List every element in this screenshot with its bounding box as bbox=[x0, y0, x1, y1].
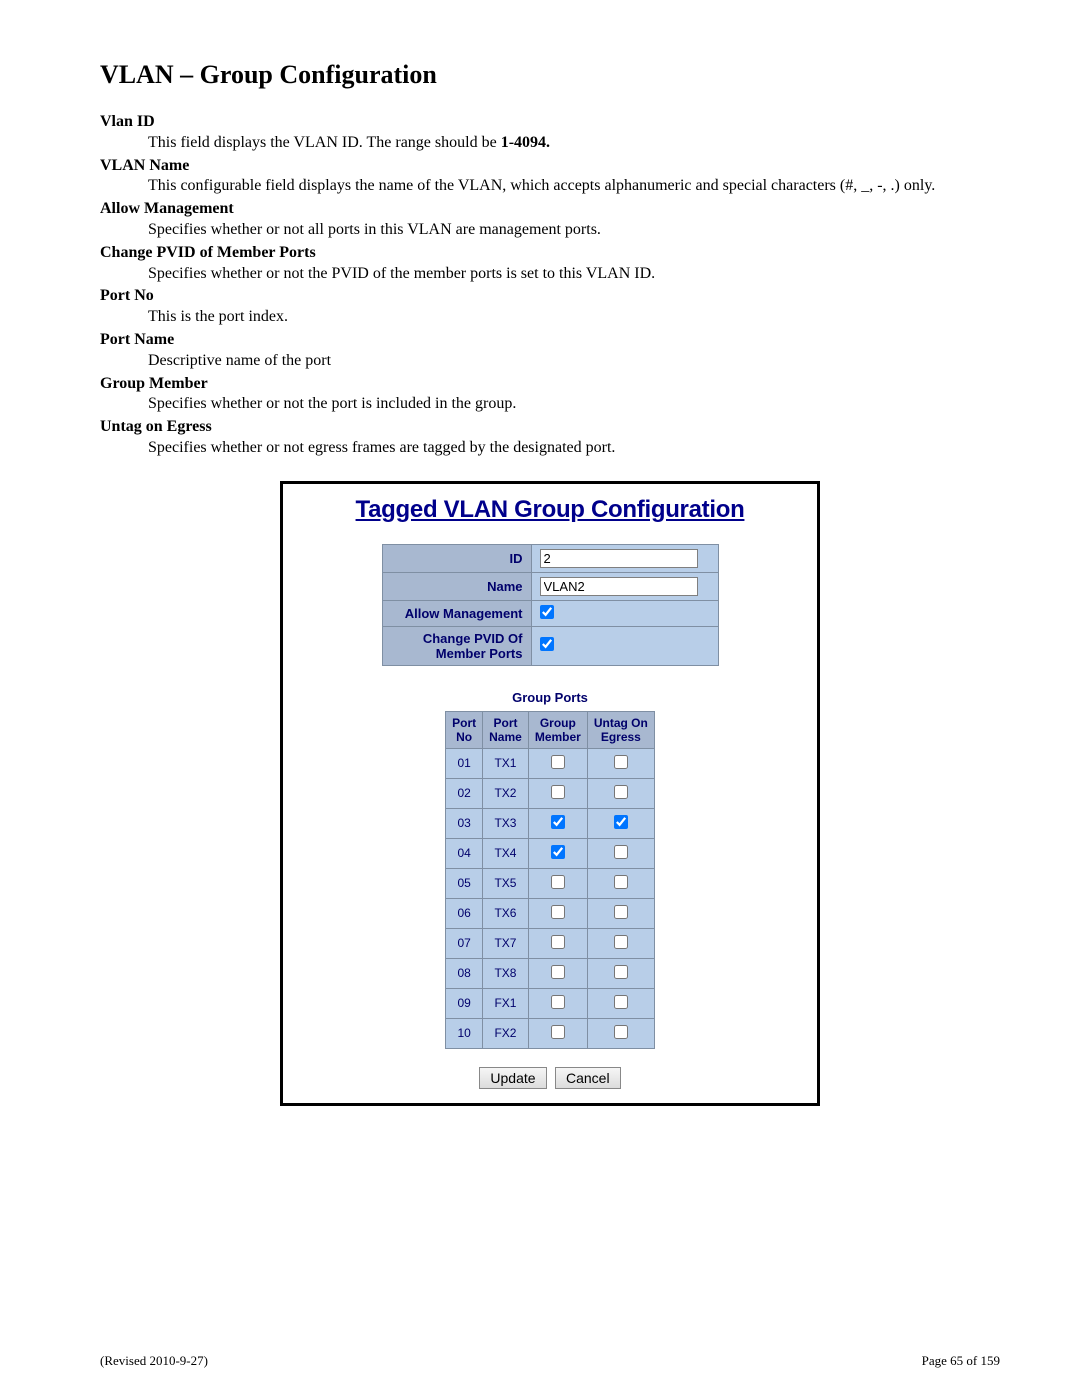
port-name: FX2 bbox=[483, 1018, 529, 1048]
untag-egress-checkbox[interactable] bbox=[614, 965, 628, 979]
port-no: 02 bbox=[446, 778, 483, 808]
port-name: TX1 bbox=[483, 748, 529, 778]
group-member-checkbox[interactable] bbox=[551, 965, 565, 979]
def-desc: Specifies whether or not the PVID of the… bbox=[148, 264, 1000, 285]
id-label: ID bbox=[382, 544, 531, 572]
group-member-checkbox[interactable] bbox=[551, 995, 565, 1009]
port-no: 08 bbox=[446, 958, 483, 988]
group-member-checkbox[interactable] bbox=[551, 755, 565, 769]
port-no: 04 bbox=[446, 838, 483, 868]
untag-egress-checkbox[interactable] bbox=[614, 815, 628, 829]
untag-egress-checkbox[interactable] bbox=[614, 785, 628, 799]
table-row: 07TX7 bbox=[446, 928, 655, 958]
def-desc: This is the port index. bbox=[148, 307, 1000, 328]
def-term: Vlan ID bbox=[100, 112, 1000, 133]
port-no: 10 bbox=[446, 1018, 483, 1048]
table-row: 04TX4 bbox=[446, 838, 655, 868]
def-term: VLAN Name bbox=[100, 156, 1000, 177]
panel-title: Tagged VLAN Group Configuration bbox=[295, 496, 805, 524]
table-row: 05TX5 bbox=[446, 868, 655, 898]
table-row: 03TX3 bbox=[446, 808, 655, 838]
group-member-checkbox[interactable] bbox=[551, 815, 565, 829]
id-input[interactable] bbox=[540, 549, 698, 568]
change-pvid-label: Change PVID Of Member Ports bbox=[382, 626, 531, 665]
def-desc: Descriptive name of the port bbox=[148, 351, 1000, 372]
untag-egress-checkbox[interactable] bbox=[614, 755, 628, 769]
vlan-form-table: ID Name Allow Management Change PVID Of … bbox=[382, 544, 719, 666]
port-no: 05 bbox=[446, 868, 483, 898]
table-row: 02TX2 bbox=[446, 778, 655, 808]
port-name: TX8 bbox=[483, 958, 529, 988]
table-row: 01TX1 bbox=[446, 748, 655, 778]
port-name: TX5 bbox=[483, 868, 529, 898]
col-port-name: PortName bbox=[483, 711, 529, 748]
untag-egress-checkbox[interactable] bbox=[614, 935, 628, 949]
definitions-block: Vlan IDThis field displays the VLAN ID. … bbox=[100, 112, 1000, 459]
def-term: Untag on Egress bbox=[100, 417, 1000, 438]
name-input[interactable] bbox=[540, 577, 698, 596]
port-name: TX6 bbox=[483, 898, 529, 928]
def-term: Port No bbox=[100, 286, 1000, 307]
col-untag-egress: Untag OnEgress bbox=[587, 711, 654, 748]
vlan-config-screenshot: Tagged VLAN Group Configuration ID Name … bbox=[280, 481, 820, 1106]
def-term: Group Member bbox=[100, 374, 1000, 395]
table-row: 09FX1 bbox=[446, 988, 655, 1018]
untag-egress-checkbox[interactable] bbox=[614, 1025, 628, 1039]
allow-mgmt-checkbox[interactable] bbox=[540, 605, 554, 619]
table-row: 08TX8 bbox=[446, 958, 655, 988]
def-desc: This configurable field displays the nam… bbox=[148, 176, 1000, 197]
def-desc: Specifies whether or not the port is inc… bbox=[148, 394, 1000, 415]
group-member-checkbox[interactable] bbox=[551, 1025, 565, 1039]
def-term: Allow Management bbox=[100, 199, 1000, 220]
def-desc: This field displays the VLAN ID. The ran… bbox=[148, 133, 1000, 154]
def-desc: Specifies whether or not all ports in th… bbox=[148, 220, 1000, 241]
group-member-checkbox[interactable] bbox=[551, 875, 565, 889]
allow-mgmt-label: Allow Management bbox=[382, 600, 531, 626]
update-button[interactable]: Update bbox=[479, 1067, 546, 1089]
port-no: 06 bbox=[446, 898, 483, 928]
page-title: VLAN – Group Configuration bbox=[100, 60, 1000, 90]
table-row: 10FX2 bbox=[446, 1018, 655, 1048]
port-name: TX2 bbox=[483, 778, 529, 808]
port-name: TX7 bbox=[483, 928, 529, 958]
group-member-checkbox[interactable] bbox=[551, 785, 565, 799]
group-member-checkbox[interactable] bbox=[551, 905, 565, 919]
col-group-member: GroupMember bbox=[528, 711, 587, 748]
port-name: TX4 bbox=[483, 838, 529, 868]
untag-egress-checkbox[interactable] bbox=[614, 905, 628, 919]
port-no: 07 bbox=[446, 928, 483, 958]
port-no: 09 bbox=[446, 988, 483, 1018]
untag-egress-checkbox[interactable] bbox=[614, 845, 628, 859]
group-member-checkbox[interactable] bbox=[551, 845, 565, 859]
cancel-button[interactable]: Cancel bbox=[555, 1067, 621, 1089]
group-member-checkbox[interactable] bbox=[551, 935, 565, 949]
name-label: Name bbox=[382, 572, 531, 600]
def-desc: Specifies whether or not egress frames a… bbox=[148, 438, 1000, 459]
group-ports-table: PortNo PortName GroupMember Untag OnEgre… bbox=[445, 711, 655, 1049]
table-row: 06TX6 bbox=[446, 898, 655, 928]
footer-revised: (Revised 2010-9-27) bbox=[100, 1353, 208, 1369]
change-pvid-checkbox[interactable] bbox=[540, 637, 554, 651]
footer-page: Page 65 of 159 bbox=[922, 1353, 1000, 1369]
col-port-no: PortNo bbox=[446, 711, 483, 748]
def-term: Change PVID of Member Ports bbox=[100, 243, 1000, 264]
def-term: Port Name bbox=[100, 330, 1000, 351]
port-no: 01 bbox=[446, 748, 483, 778]
group-ports-title: Group Ports bbox=[295, 690, 805, 705]
port-no: 03 bbox=[446, 808, 483, 838]
untag-egress-checkbox[interactable] bbox=[614, 995, 628, 1009]
port-name: TX3 bbox=[483, 808, 529, 838]
port-name: FX1 bbox=[483, 988, 529, 1018]
untag-egress-checkbox[interactable] bbox=[614, 875, 628, 889]
